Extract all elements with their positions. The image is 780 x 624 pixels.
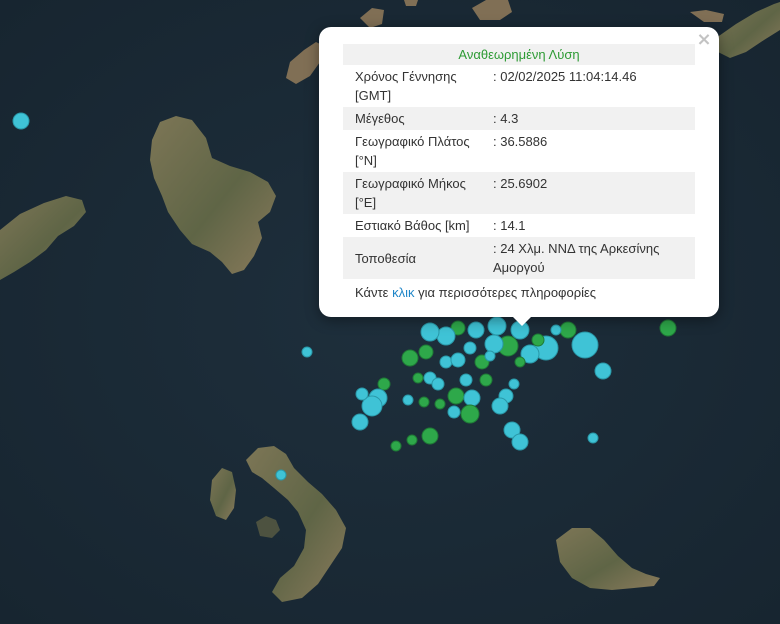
earthquake-marker[interactable]: [418, 396, 430, 408]
earthquake-marker[interactable]: [487, 316, 507, 336]
earthquake-marker[interactable]: [355, 387, 369, 401]
earthquake-marker[interactable]: [550, 324, 562, 336]
earthquake-marker[interactable]: [406, 434, 418, 446]
earthquake-marker[interactable]: [275, 469, 287, 481]
earthquake-marker[interactable]: [531, 333, 545, 347]
earthquake-marker[interactable]: [491, 397, 509, 415]
info-label: Τοποθεσία: [343, 237, 491, 279]
more-info-prefix: Κάντε: [355, 285, 393, 300]
earthquake-marker[interactable]: [587, 432, 599, 444]
info-label: Χρόνος Γέννησης [GMT]: [355, 69, 457, 103]
earthquake-marker[interactable]: [390, 440, 402, 452]
earthquake-marker[interactable]: [467, 321, 485, 339]
earthquake-marker[interactable]: [447, 405, 461, 419]
close-icon[interactable]: ×: [695, 31, 713, 49]
earthquake-marker[interactable]: [559, 321, 577, 339]
info-label: Γεωγραφικό Πλάτος [°N]: [355, 134, 470, 168]
info-label: Εστιακό Βάθος [km]: [355, 218, 470, 233]
earthquake-marker[interactable]: [436, 326, 456, 346]
earthquake-marker[interactable]: [571, 331, 599, 359]
more-info-line: Κάντε κλικ για περισσότερες πληροφορίες: [343, 285, 695, 300]
earthquake-marker[interactable]: [484, 334, 504, 354]
earthquake-marker[interactable]: [351, 413, 369, 431]
islet-north-3: [404, 0, 418, 6]
earthquake-info-popup: × Αναθεωρημένη Λύση Χρόνος Γέννησης [GMT…: [319, 27, 719, 326]
info-value: : 02/02/2025 11:04:14.46: [493, 69, 637, 84]
earthquake-marker[interactable]: [412, 372, 424, 384]
info-value: : 25.6902: [491, 172, 695, 214]
earthquake-marker[interactable]: [434, 398, 446, 410]
info-value: : 24 Χλμ. ΝΝΔ της Αρκεσίνης Αμοργού: [491, 237, 695, 279]
info-row-location: Τοποθεσία : 24 Χλμ. ΝΝΔ της Αρκεσίνης Αμ…: [343, 237, 695, 279]
info-value: : 36.5886: [493, 134, 548, 149]
more-info-suffix: για περισσότερες πληροφορίες: [414, 285, 597, 300]
earthquake-marker[interactable]: [418, 344, 434, 360]
info-label: Μέγεθος: [343, 107, 491, 130]
earthquake-marker[interactable]: [450, 352, 466, 368]
earthquake-marker[interactable]: [439, 355, 453, 369]
earthquake-marker[interactable]: [463, 341, 477, 355]
more-info-link[interactable]: κλικ: [392, 285, 414, 300]
info-value: : 14.1: [493, 218, 526, 233]
earthquake-marker[interactable]: [594, 362, 612, 380]
earthquake-marker[interactable]: [459, 373, 473, 387]
info-row-depth: Εστιακό Βάθος [km] : 14.1: [343, 214, 695, 237]
earthquake-marker[interactable]: [511, 433, 529, 451]
earthquake-marker[interactable]: [401, 349, 419, 367]
info-label: Γεωγραφικό Μήκος [°E]: [343, 172, 491, 214]
earthquake-info-table: Αναθεωρημένη Λύση Χρόνος Γέννησης [GMT] …: [343, 44, 695, 279]
earthquake-marker[interactable]: [484, 350, 496, 362]
popup-title: Αναθεωρημένη Λύση: [343, 44, 695, 65]
earthquake-marker[interactable]: [508, 378, 520, 390]
popup-tip: [512, 316, 532, 326]
info-row-longitude: Γεωγραφικό Μήκος [°E] : 25.6902: [343, 172, 695, 214]
info-row-origin-time: Χρόνος Γέννησης [GMT] : 02/02/2025 11:04…: [343, 65, 695, 107]
earthquake-marker[interactable]: [447, 387, 465, 405]
info-value: : 4.3: [491, 107, 695, 130]
earthquake-marker[interactable]: [377, 377, 391, 391]
info-row-latitude: Γεωγραφικό Πλάτος [°N] : 36.5886: [343, 130, 695, 172]
earthquake-marker[interactable]: [463, 389, 481, 407]
earthquake-marker[interactable]: [479, 373, 493, 387]
earthquake-marker[interactable]: [431, 377, 445, 391]
earthquake-marker[interactable]: [12, 112, 30, 130]
earthquake-marker[interactable]: [514, 356, 526, 368]
earthquake-marker[interactable]: [421, 427, 439, 445]
map-view[interactable]: × Αναθεωρημένη Λύση Χρόνος Γέννησης [GMT…: [0, 0, 780, 624]
info-row-magnitude: Μέγεθος : 4.3: [343, 107, 695, 130]
earthquake-marker[interactable]: [460, 404, 480, 424]
earthquake-marker[interactable]: [301, 346, 313, 358]
earthquake-marker[interactable]: [659, 319, 677, 337]
earthquake-marker[interactable]: [402, 394, 414, 406]
earthquake-marker[interactable]: [420, 322, 440, 342]
